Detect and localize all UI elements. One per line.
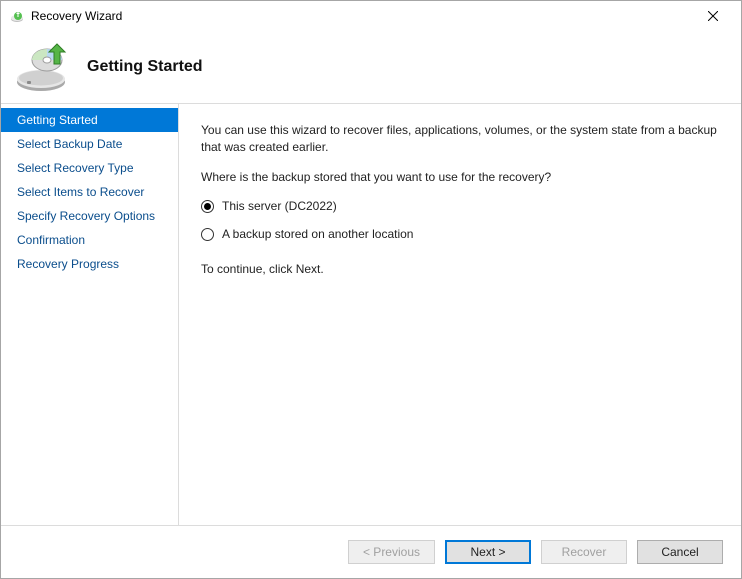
next-button[interactable]: Next > (445, 540, 531, 564)
option-this-server-label: This server (DC2022) (222, 198, 337, 215)
previous-button: < Previous (348, 540, 435, 564)
wizard-header: Getting Started (1, 31, 741, 103)
nav-step-select-recovery-type[interactable]: Select Recovery Type (1, 156, 178, 180)
nav-step-confirmation[interactable]: Confirmation (1, 228, 178, 252)
wizard-body: Getting Started Select Backup Date Selec… (1, 104, 741, 525)
nav-step-select-items-to-recover[interactable]: Select Items to Recover (1, 180, 178, 204)
wizard-content: You can use this wizard to recover files… (179, 104, 741, 525)
option-other-location-label: A backup stored on another location (222, 226, 413, 243)
wizard-footer: < Previous Next > Recover Cancel (1, 525, 741, 578)
nav-step-specify-recovery-options[interactable]: Specify Recovery Options (1, 204, 178, 228)
recovery-icon (13, 40, 73, 94)
continue-hint: To continue, click Next. (201, 261, 719, 278)
recover-button: Recover (541, 540, 627, 564)
nav-step-getting-started[interactable]: Getting Started (1, 108, 178, 132)
app-icon (9, 8, 25, 24)
nav-step-recovery-progress[interactable]: Recovery Progress (1, 252, 178, 276)
window-title: Recovery Wizard (31, 9, 693, 23)
cancel-button[interactable]: Cancel (637, 540, 723, 564)
radio-icon (201, 200, 214, 213)
option-other-location[interactable]: A backup stored on another location (201, 226, 719, 243)
page-title: Getting Started (87, 58, 203, 76)
titlebar: Recovery Wizard (1, 1, 741, 31)
close-icon (708, 11, 718, 21)
intro-text: You can use this wizard to recover files… (201, 122, 719, 157)
option-this-server[interactable]: This server (DC2022) (201, 198, 719, 215)
question-text: Where is the backup stored that you want… (201, 169, 719, 186)
close-button[interactable] (693, 1, 733, 31)
nav-step-select-backup-date[interactable]: Select Backup Date (1, 132, 178, 156)
wizard-steps-nav: Getting Started Select Backup Date Selec… (1, 104, 179, 525)
radio-icon (201, 228, 214, 241)
